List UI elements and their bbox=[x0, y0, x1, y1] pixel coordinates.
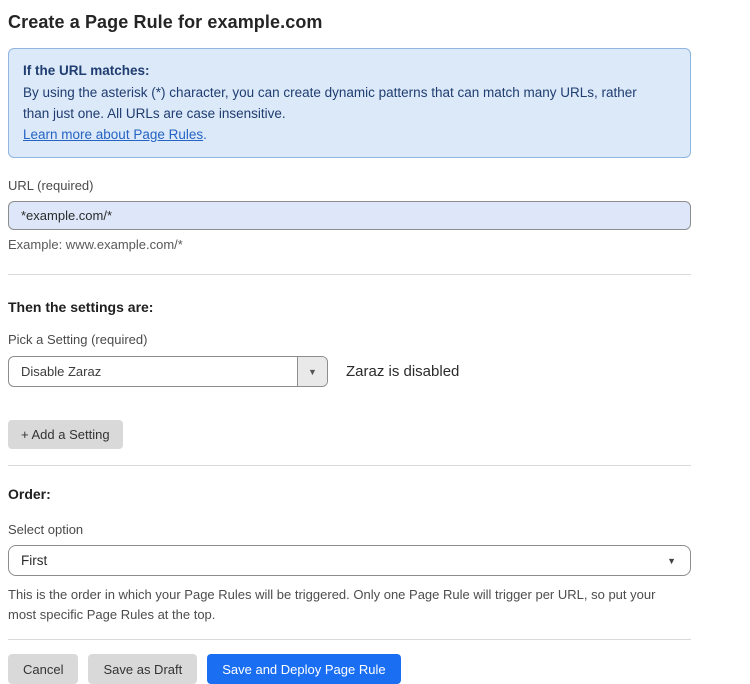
page-title: Create a Page Rule for example.com bbox=[8, 12, 691, 33]
order-select-value: First bbox=[21, 553, 47, 568]
footer-actions: Cancel Save as Draft Save and Deploy Pag… bbox=[8, 654, 691, 684]
add-setting-button[interactable]: + Add a Setting bbox=[8, 420, 123, 449]
section-divider bbox=[8, 465, 691, 466]
info-link-line: Learn more about Page Rules. bbox=[23, 124, 676, 145]
order-help-text: This is the order in which your Page Rul… bbox=[8, 585, 678, 625]
settings-section-heading: Then the settings are: bbox=[8, 299, 691, 315]
setting-status-text: Zaraz is disabled bbox=[346, 363, 459, 380]
setting-select-value: Disable Zaraz bbox=[9, 357, 297, 386]
setting-picker-label: Pick a Setting (required) bbox=[8, 332, 691, 347]
page-rule-form: Create a Page Rule for example.com If th… bbox=[0, 0, 699, 684]
order-select-label: Select option bbox=[8, 522, 691, 537]
save-and-deploy-button[interactable]: Save and Deploy Page Rule bbox=[207, 654, 400, 684]
url-field-label: URL (required) bbox=[8, 178, 691, 193]
chevron-down-icon: ▼ bbox=[667, 556, 676, 566]
order-section-heading: Order: bbox=[8, 486, 691, 502]
setting-select-arrow-button[interactable]: ▼ bbox=[297, 357, 327, 386]
info-callout-heading: If the URL matches: bbox=[23, 60, 676, 81]
chevron-down-icon: ▼ bbox=[308, 367, 317, 377]
save-as-draft-button[interactable]: Save as Draft bbox=[88, 654, 197, 684]
info-link-suffix: . bbox=[203, 127, 207, 142]
footer-divider bbox=[8, 639, 691, 640]
cancel-button[interactable]: Cancel bbox=[8, 654, 78, 684]
setting-select[interactable]: Disable Zaraz ▼ bbox=[8, 356, 328, 387]
section-divider bbox=[8, 274, 691, 275]
url-input[interactable] bbox=[8, 201, 691, 230]
info-callout-body: By using the asterisk (*) character, you… bbox=[23, 82, 653, 124]
url-example-text: Example: www.example.com/* bbox=[8, 237, 691, 252]
url-match-info-callout: If the URL matches: By using the asteris… bbox=[8, 48, 691, 158]
learn-more-page-rules-link[interactable]: Learn more about Page Rules bbox=[23, 127, 203, 142]
setting-row: Disable Zaraz ▼ Zaraz is disabled bbox=[8, 356, 691, 387]
order-select[interactable]: First ▼ bbox=[8, 545, 691, 576]
